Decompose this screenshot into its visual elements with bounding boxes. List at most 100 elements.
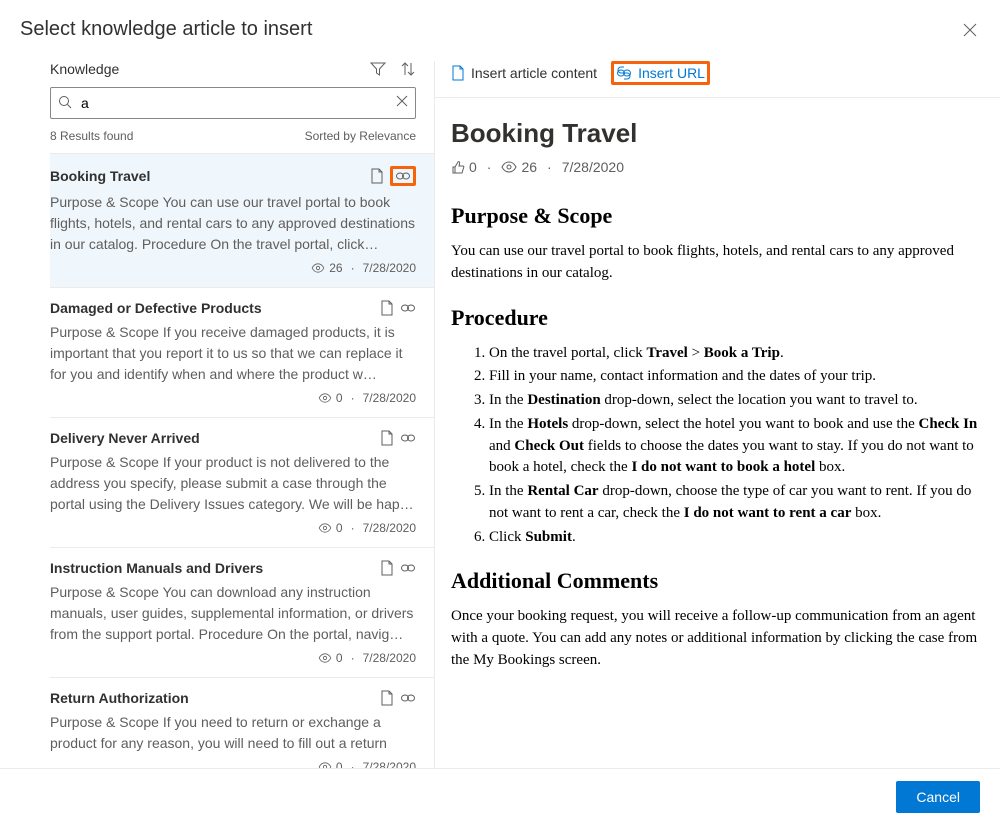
filter-button[interactable] [370, 61, 386, 77]
result-date: 7/28/2020 [363, 261, 416, 275]
insert-content-action[interactable] [380, 430, 394, 446]
insert-url-action[interactable] [400, 690, 416, 706]
knowledge-header-actions [370, 61, 416, 77]
result-views: 0 [318, 391, 343, 405]
search-wrapper [50, 87, 416, 119]
result-item[interactable]: Damaged or Defective Products Purpose & S… [50, 287, 434, 417]
result-item[interactable]: Return Authorization Purpose & Scope If y… [50, 677, 434, 768]
results-list[interactable]: Booking TravelPurpose & Scope You can us… [50, 153, 434, 768]
result-actions [380, 300, 416, 316]
separator: · [547, 159, 552, 175]
document-icon [451, 65, 465, 81]
procedure-list: On the travel portal, click Travel > Boo… [451, 343, 980, 549]
result-footer: 0 · 7/28/2020 [50, 651, 416, 665]
heading-additional: Additional Comments [451, 568, 980, 594]
paragraph-purpose: You can use our travel portal to book fl… [451, 241, 980, 285]
insert-url-label: Insert URL [638, 65, 705, 81]
results-meta: 8 Results found Sorted by Relevance [50, 129, 434, 143]
knowledge-panel: Knowledge [0, 61, 435, 768]
result-header: Instruction Manuals and Drivers [50, 560, 416, 576]
close-icon [963, 23, 977, 37]
insert-url-action[interactable] [400, 560, 416, 576]
insert-url-action[interactable] [395, 170, 411, 182]
result-views: 26 [311, 261, 342, 275]
article-panel: Insert article content Insert URL Bookin… [435, 61, 1000, 768]
dialog: Select knowledge article to insert Knowl… [0, 0, 1000, 825]
result-footer: 0 · 7/28/2020 [50, 391, 416, 405]
result-item[interactable]: Instruction Manuals and DriversPurpose &… [50, 547, 434, 677]
knowledge-header: Knowledge [50, 61, 434, 77]
insert-url-highlight [390, 166, 416, 186]
separator: · [351, 391, 355, 405]
dialog-body: Knowledge [0, 41, 1000, 768]
dialog-header: Select knowledge article to insert [0, 0, 1000, 41]
result-actions [380, 430, 416, 446]
sorted-by: Sorted by Relevance [305, 129, 416, 143]
procedure-step: In the Hotels drop-down, select the hote… [489, 414, 980, 479]
results-count: 8 Results found [50, 129, 133, 143]
result-date: 7/28/2020 [363, 651, 416, 665]
result-title: Instruction Manuals and Drivers [50, 560, 263, 576]
insert-content-action[interactable] [380, 690, 394, 706]
procedure-step: On the travel portal, click Travel > Boo… [489, 343, 980, 365]
result-title: Booking Travel [50, 168, 150, 184]
article-meta: 0 · 26 · 7/28/2020 [451, 159, 980, 175]
separator: · [351, 521, 355, 535]
article-title: Booking Travel [451, 118, 980, 149]
result-date: 7/28/2020 [363, 760, 416, 768]
result-title: Return Authorization [50, 690, 189, 706]
result-footer: 26 · 7/28/2020 [50, 261, 416, 275]
close-icon [396, 95, 408, 107]
separator: · [351, 760, 355, 768]
paragraph-additional: Once your booking request, you will rece… [451, 606, 980, 671]
sort-icon [400, 61, 416, 77]
clear-search-button[interactable] [396, 95, 408, 107]
thumbs-up-icon [451, 160, 465, 174]
result-title: Damaged or Defective Products [50, 300, 262, 316]
insert-content-action[interactable] [370, 166, 384, 186]
cancel-button[interactable]: Cancel [896, 781, 980, 813]
heading-procedure: Procedure [451, 305, 980, 331]
search-icon [58, 95, 72, 109]
result-views: 0 [318, 760, 343, 768]
result-snippet: Purpose & Scope If you receive damaged p… [50, 322, 416, 385]
sort-button[interactable] [400, 61, 416, 77]
result-views: 0 [318, 521, 343, 535]
result-title: Delivery Never Arrived [50, 430, 200, 446]
result-footer: 0 · 7/28/2020 [50, 760, 416, 768]
likes-count: 0 [469, 159, 477, 175]
insert-article-content-button[interactable]: Insert article content [451, 65, 597, 81]
dialog-title: Select knowledge article to insert [20, 18, 312, 41]
result-snippet: Purpose & Scope If you need to return or… [50, 712, 416, 754]
separator: · [351, 651, 355, 665]
separator: · [487, 159, 492, 175]
result-actions [380, 690, 416, 706]
eye-icon [501, 161, 517, 173]
separator: · [351, 261, 355, 275]
result-views: 0 [318, 651, 343, 665]
views-count: 26 [521, 159, 537, 175]
dialog-footer: Cancel [0, 768, 1000, 825]
insert-toolbar: Insert article content Insert URL [435, 61, 1000, 98]
insert-content-action[interactable] [380, 560, 394, 576]
insert-article-content-label: Insert article content [471, 65, 597, 81]
insert-url-button[interactable]: Insert URL [616, 65, 705, 81]
insert-content-action[interactable] [380, 300, 394, 316]
article-preview: Booking Travel 0 · 26 · 7/28/2020 Purp [435, 98, 1000, 768]
search-input[interactable] [50, 87, 416, 119]
filter-icon [370, 61, 386, 77]
result-date: 7/28/2020 [363, 391, 416, 405]
procedure-step: Fill in your name, contact information a… [489, 366, 980, 388]
insert-url-action[interactable] [400, 300, 416, 316]
close-button[interactable] [960, 20, 980, 40]
result-item[interactable]: Delivery Never ArrivedPurpose & Scope If… [50, 417, 434, 547]
article-body: Purpose & Scope You can use our travel p… [451, 203, 980, 672]
result-header: Booking Travel [50, 166, 416, 186]
link-icon [616, 66, 632, 80]
insert-url-action[interactable] [400, 430, 416, 446]
result-item[interactable]: Booking TravelPurpose & Scope You can us… [50, 153, 434, 287]
result-header: Damaged or Defective Products [50, 300, 416, 316]
insert-url-highlight: Insert URL [611, 61, 710, 85]
result-date: 7/28/2020 [363, 521, 416, 535]
procedure-step: Click Submit. [489, 527, 980, 549]
